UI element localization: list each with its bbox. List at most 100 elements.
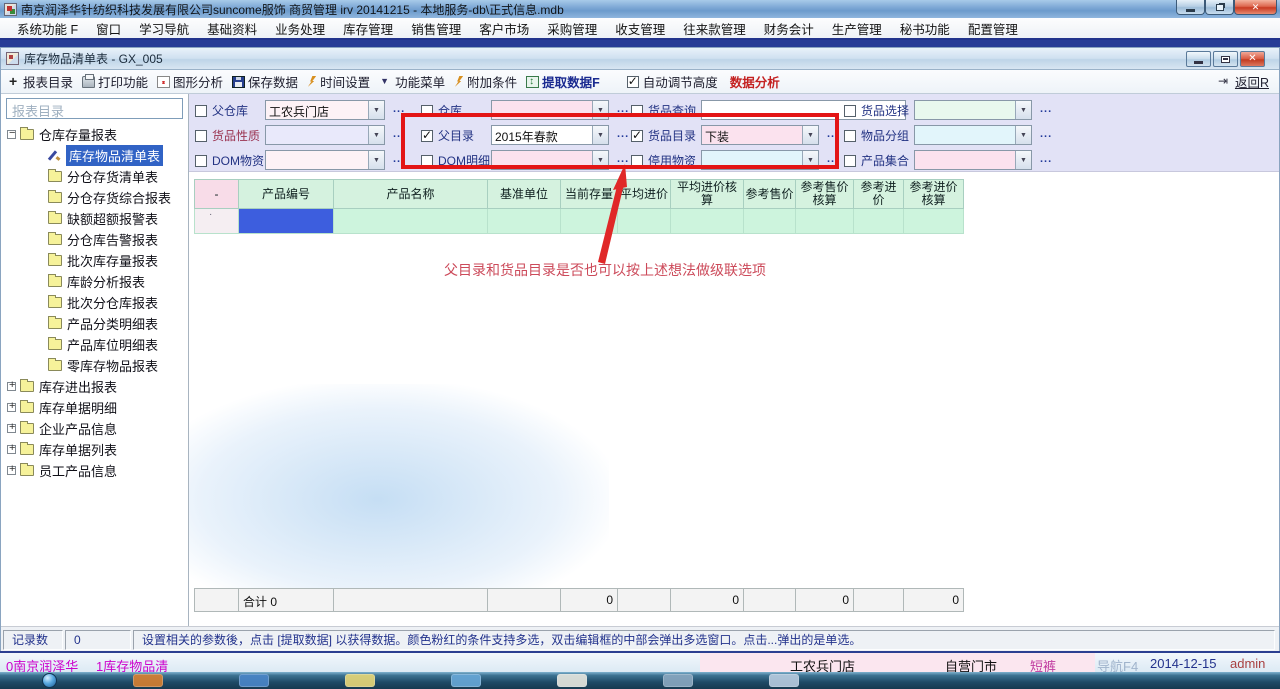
- collapse-minus-icon[interactable]: [7, 130, 16, 139]
- tree-item-分仓存货综合报表[interactable]: 分仓存货综合报表: [1, 187, 189, 208]
- auto-height-toggle[interactable]: 自动调节高度: [627, 72, 718, 91]
- toolbar-button-附加条件[interactable]: 附加条件: [454, 72, 517, 91]
- tree-item-零库存物品报表[interactable]: 零库存物品报表: [1, 355, 189, 376]
- app-icon[interactable]: [451, 674, 481, 687]
- tree-item-库龄分析报表[interactable]: 库龄分析报表: [1, 271, 189, 292]
- tree-item-员工产品信息[interactable]: 员工产品信息: [1, 460, 189, 481]
- chevron-down-icon[interactable]: ▼: [368, 151, 384, 169]
- tree-item-缺额超额报警表[interactable]: 缺额超额报警表: [1, 208, 189, 229]
- window-icon[interactable]: [769, 674, 799, 687]
- filter-dropdown-产品集合[interactable]: ▼: [914, 150, 1032, 170]
- document-icon[interactable]: [557, 674, 587, 687]
- toolbar-button-功能菜单[interactable]: 功能菜单: [379, 72, 445, 91]
- table-cell[interactable]: [904, 209, 964, 234]
- subwindow-close-button[interactable]: ✕: [1240, 51, 1265, 67]
- chevron-down-icon[interactable]: ▼: [1015, 126, 1031, 144]
- expand-plus-icon[interactable]: [7, 382, 16, 391]
- more-options-button[interactable]: ...: [1040, 153, 1052, 165]
- filter-dropdown-DOM物资[interactable]: ▼: [265, 150, 385, 170]
- column-header-基准单位[interactable]: 基准单位: [488, 179, 561, 209]
- return-button[interactable]: 返回R: [1218, 72, 1269, 91]
- close-button[interactable]: ✕: [1234, 0, 1277, 15]
- column-header-平均进价核算[interactable]: 平均进价核算: [671, 179, 744, 209]
- expand-plus-icon[interactable]: [7, 466, 16, 475]
- menu-item-收支管理[interactable]: 收支管理: [606, 17, 674, 40]
- tree-item-库存进出报表[interactable]: 库存进出报表: [1, 376, 189, 397]
- restore-button[interactable]: [1205, 0, 1234, 15]
- expand-plus-icon[interactable]: [7, 403, 16, 412]
- filter-checkbox-父仓库[interactable]: [195, 105, 207, 117]
- filter-checkbox-货品性质[interactable]: [195, 130, 207, 142]
- menu-item-基础资料[interactable]: 基础资料: [198, 17, 266, 40]
- tree-item-批次分仓库报表[interactable]: 批次分仓库报表: [1, 292, 189, 313]
- table-cell[interactable]: ·: [194, 209, 239, 234]
- table-cell[interactable]: [744, 209, 796, 234]
- table-cell[interactable]: [671, 209, 744, 234]
- menu-item-生产管理[interactable]: 生产管理: [823, 17, 891, 40]
- tree-item-产品分类明细表[interactable]: 产品分类明细表: [1, 313, 189, 334]
- tree-item-批次库存量报表[interactable]: 批次库存量报表: [1, 250, 189, 271]
- menu-item-客户市场[interactable]: 客户市场: [470, 17, 538, 40]
- menu-item-销售管理[interactable]: 销售管理: [402, 17, 470, 40]
- chevron-down-icon[interactable]: ▼: [1015, 101, 1031, 119]
- column-header-参考售价核算[interactable]: 参考售价核算: [796, 179, 854, 209]
- menu-item-系统功能 F[interactable]: 系统功能 F: [8, 17, 87, 40]
- browser-icon[interactable]: [133, 674, 163, 687]
- toolbar-button-打印功能[interactable]: 打印功能: [82, 72, 148, 91]
- filter-checkbox-产品集合[interactable]: [844, 155, 856, 167]
- minimize-button[interactable]: [1176, 0, 1205, 15]
- more-options-button[interactable]: ...: [1040, 103, 1052, 115]
- toolbar-button-时间设置[interactable]: 时间设置: [307, 72, 370, 91]
- filter-dropdown-货品选择[interactable]: ▼: [914, 100, 1032, 120]
- menu-item-采购管理[interactable]: 采购管理: [538, 17, 606, 40]
- table-cell[interactable]: [854, 209, 904, 234]
- tree-item-分仓库告警报表[interactable]: 分仓库告警报表: [1, 229, 189, 250]
- column-header-参考进价核算[interactable]: 参考进价核算: [904, 179, 964, 209]
- tree-item-库存物品清单表[interactable]: 库存物品清单表: [1, 145, 189, 166]
- table-cell[interactable]: [488, 209, 561, 234]
- auto-height-checkbox[interactable]: [627, 76, 639, 88]
- menu-item-库存管理[interactable]: 库存管理: [334, 17, 402, 40]
- toolbar-button-图形分析[interactable]: 图形分析: [157, 72, 223, 91]
- filter-checkbox-DOM物资[interactable]: [195, 155, 207, 167]
- tree-item-仓库存量报表[interactable]: 仓库存量报表: [1, 124, 189, 145]
- table-cell[interactable]: [796, 209, 854, 234]
- column-header--[interactable]: -: [194, 179, 239, 209]
- menu-item-往来款管理[interactable]: 往来款管理: [674, 17, 755, 40]
- toolbar-button-保存数据[interactable]: 保存数据: [232, 72, 298, 91]
- toolbar-button-报表目录[interactable]: 报表目录: [7, 72, 73, 91]
- tree-item-分仓存货清单表[interactable]: 分仓存货清单表: [1, 166, 189, 187]
- filter-dropdown-货品性质[interactable]: ▼: [265, 125, 385, 145]
- chevron-down-icon[interactable]: ▼: [1015, 151, 1031, 169]
- filter-checkbox-物品分组[interactable]: [844, 130, 856, 142]
- data-analysis-button[interactable]: 数据分析: [730, 72, 780, 91]
- selected-cell[interactable]: [239, 209, 334, 234]
- tree-search-input[interactable]: 报表目录: [6, 98, 183, 119]
- column-header-参考售价[interactable]: 参考售价: [744, 179, 796, 209]
- subwindow-restore-button[interactable]: [1213, 51, 1238, 67]
- column-header-产品名称[interactable]: 产品名称: [334, 179, 488, 209]
- menu-item-秘书功能[interactable]: 秘书功能: [891, 17, 959, 40]
- folder-icon[interactable]: [239, 674, 269, 687]
- subwindow-minimize-button[interactable]: [1186, 51, 1211, 67]
- menu-item-业务处理[interactable]: 业务处理: [266, 17, 334, 40]
- menu-item-学习导航[interactable]: 学习导航: [130, 17, 198, 40]
- app-icon[interactable]: [663, 674, 693, 687]
- column-header-产品编号[interactable]: 产品编号: [239, 179, 334, 209]
- filter-dropdown-物品分组[interactable]: ▼: [914, 125, 1032, 145]
- tree-item-产品库位明细表[interactable]: 产品库位明细表: [1, 334, 189, 355]
- more-options-button[interactable]: ...: [1040, 128, 1052, 140]
- menu-item-配置管理[interactable]: 配置管理: [959, 17, 1027, 40]
- start-orb[interactable]: [42, 673, 57, 688]
- menu-item-财务会计[interactable]: 财务会计: [755, 17, 823, 40]
- menu-item-窗口[interactable]: 窗口: [87, 17, 130, 40]
- column-header-参考进价[interactable]: 参考进价: [854, 179, 904, 209]
- tree-item-企业产品信息[interactable]: 企业产品信息: [1, 418, 189, 439]
- chevron-down-icon[interactable]: ▼: [368, 126, 384, 144]
- tree-item-库存单据明细[interactable]: 库存单据明细: [1, 397, 189, 418]
- expand-plus-icon[interactable]: [7, 424, 16, 433]
- chevron-down-icon[interactable]: ▼: [368, 101, 384, 119]
- expand-plus-icon[interactable]: [7, 445, 16, 454]
- filter-checkbox-货品选择[interactable]: [844, 105, 856, 117]
- filter-dropdown-父仓库[interactable]: 工农兵门店▼: [265, 100, 385, 120]
